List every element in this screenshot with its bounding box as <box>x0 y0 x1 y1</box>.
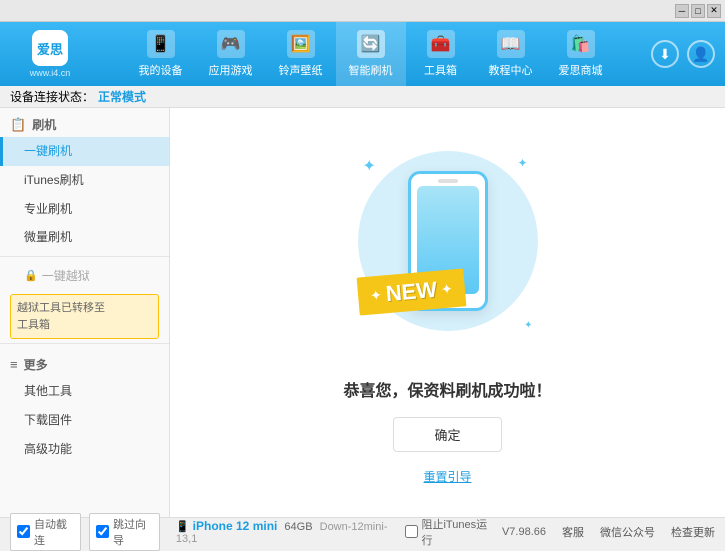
notice-text: 越狱工具已转移至工具箱 <box>17 302 105 331</box>
status-bar: 设备连接状态： 正常模式 <box>0 86 725 108</box>
lock-icon: 🔒 <box>24 269 38 282</box>
more-section-label: 更多 <box>24 356 48 373</box>
skip-wizard-checkbox-wrap[interactable]: 跳过向导 <box>89 513 160 551</box>
more-section-icon: ≡ <box>10 357 18 372</box>
wechat-public-link[interactable]: 微信公众号 <box>600 524 655 540</box>
nav-tutorial-label: 教程中心 <box>489 62 533 78</box>
flash-section-label: 刷机 <box>32 116 56 133</box>
sidebar-notice: 越狱工具已转移至工具箱 <box>10 294 159 339</box>
nav-ringtone-label: 铃声壁纸 <box>279 62 323 78</box>
nav-app-games-label: 应用游戏 <box>209 62 253 78</box>
sidebar-flash-header: 📋 刷机 <box>0 108 169 137</box>
logo-icon: 爱思 <box>32 30 68 66</box>
logo-url: www.i4.cn <box>30 68 71 78</box>
sidebar-scroll: 📋 刷机 一键刷机 iTunes刷机 专业刷机 微量刷机 🔒 一键越狱 越狱工 <box>0 108 169 517</box>
nav-smart-flash-label: 智能刷机 <box>349 62 393 78</box>
logo[interactable]: 爱思 www.i4.cn <box>10 29 90 79</box>
new-ribbon-content: ✦ NEW ✦ <box>369 275 454 308</box>
skip-wizard-checkbox[interactable] <box>96 525 109 538</box>
nav-app-games[interactable]: 🎮 应用游戏 <box>196 22 266 86</box>
tutorial-icon: 📖 <box>497 30 525 58</box>
sidebar-item-jailbreak: 🔒 一键越狱 <box>0 261 169 290</box>
header: 爱思 www.i4.cn 📱 我的设备 🎮 应用游戏 🖼️ 铃声壁纸 🔄 智能刷… <box>0 22 725 86</box>
status-label: 设备连接状态： <box>10 88 94 105</box>
sidebar-divider-1 <box>0 256 169 257</box>
jailbreak-label: 一键越狱 <box>42 267 90 284</box>
nav-my-device[interactable]: 📱 我的设备 <box>126 22 196 86</box>
sparkle-1: ✦ <box>363 156 376 176</box>
store-icon: 🛍️ <box>567 30 595 58</box>
sidebar-item-advanced[interactable]: 高级功能 <box>0 435 169 464</box>
phone-icon: 📱 <box>176 521 190 533</box>
content-panel: ✦ ✦ ✦ ✦ NEW ✦ 恭喜您，保资料刷机成功啦！ 确定 重置引导 <box>170 108 725 517</box>
download-button[interactable]: ⬇ <box>651 40 679 68</box>
status-left: 自动截连 跳过向导 📱 iPhone 12 mini 64GB Down-12m… <box>10 513 492 551</box>
sidebar-item-other-tools[interactable]: 其他工具 <box>0 377 169 406</box>
user-button[interactable]: 👤 <box>687 40 715 68</box>
nav-toolbox-label: 工具箱 <box>424 62 457 78</box>
nav-store-label: 爱思商城 <box>559 62 603 78</box>
skip-wizard-label: 跳过向导 <box>113 516 153 548</box>
my-device-icon: 📱 <box>147 30 175 58</box>
stop-itunes-wrap[interactable]: 阻止iTunes运行 <box>405 516 491 548</box>
status-mode: 正常模式 <box>98 88 146 105</box>
main-area: 📋 刷机 一键刷机 iTunes刷机 专业刷机 微量刷机 🔒 一键越狱 越狱工 <box>0 108 725 517</box>
smart-flash-icon: 🔄 <box>357 30 385 58</box>
close-button[interactable]: ✕ <box>707 4 721 18</box>
sparkle-3: ✦ <box>524 320 532 331</box>
sidebar-item-one-click-flash[interactable]: 一键刷机 <box>0 137 169 166</box>
minimize-button[interactable]: ─ <box>675 4 689 18</box>
retry-link[interactable]: 重置引导 <box>423 468 471 485</box>
success-message: 恭喜您，保资料刷机成功啦！ <box>343 377 551 401</box>
customer-service-link[interactable]: 客服 <box>562 524 584 540</box>
sidebar-item-download-firmware[interactable]: 下载固件 <box>0 406 169 435</box>
window-controls[interactable]: ─ □ ✕ <box>675 4 721 18</box>
sidebar-item-pro-flash[interactable]: 专业刷机 <box>0 195 169 224</box>
stop-itunes-checkbox[interactable] <box>405 525 418 538</box>
device-name: iPhone 12 mini <box>193 519 278 533</box>
left-panel: 📋 刷机 一键刷机 iTunes刷机 专业刷机 微量刷机 🔒 一键越狱 越狱工 <box>0 108 170 517</box>
nav-bar: 📱 我的设备 🎮 应用游戏 🖼️ 铃声壁纸 🔄 智能刷机 🧰 工具箱 📖 教程中… <box>90 22 651 86</box>
device-storage: 64GB <box>284 521 312 533</box>
ringtone-icon: 🖼️ <box>287 30 315 58</box>
nav-toolbox[interactable]: 🧰 工具箱 <box>406 22 476 86</box>
title-bar: ─ □ ✕ <box>0 0 725 22</box>
nav-smart-flash[interactable]: 🔄 智能刷机 <box>336 22 406 86</box>
sidebar-item-itunes-flash[interactable]: iTunes刷机 <box>0 166 169 195</box>
version-text: V7.98.66 <box>502 526 546 538</box>
phone-illustration: ✦ ✦ ✦ ✦ NEW ✦ <box>348 141 548 361</box>
auto-connect-label: 自动截连 <box>34 516 74 548</box>
stop-itunes-label: 阻止iTunes运行 <box>421 516 491 548</box>
confirm-button[interactable]: 确定 <box>393 417 501 452</box>
sparkle-2: ✦ <box>517 156 527 170</box>
sidebar-more-header: ≡ 更多 <box>0 348 169 377</box>
phone-camera <box>438 179 458 183</box>
nav-ringtone[interactable]: 🖼️ 铃声壁纸 <box>266 22 336 86</box>
maximize-button[interactable]: □ <box>691 4 705 18</box>
flash-section-icon: 📋 <box>10 117 26 133</box>
sidebar-divider-2 <box>0 343 169 344</box>
bottom-bar: 自动截连 跳过向导 📱 iPhone 12 mini 64GB Down-12m… <box>0 517 725 545</box>
auto-connect-checkbox[interactable] <box>17 525 30 538</box>
app-games-icon: 🎮 <box>217 30 245 58</box>
device-info: 📱 iPhone 12 mini 64GB Down-12mini-13,1 <box>176 519 394 545</box>
nav-my-device-label: 我的设备 <box>139 62 183 78</box>
new-text: NEW <box>384 276 437 306</box>
status-right: V7.98.66 客服 微信公众号 检查更新 <box>502 524 715 540</box>
nav-tutorial[interactable]: 📖 教程中心 <box>476 22 546 86</box>
header-actions: ⬇ 👤 <box>651 40 715 68</box>
toolbox-icon: 🧰 <box>427 30 455 58</box>
nav-store[interactable]: 🛍️ 爱思商城 <box>546 22 616 86</box>
check-update-link[interactable]: 检查更新 <box>671 524 715 540</box>
sidebar-item-micro-flash[interactable]: 微量刷机 <box>0 223 169 252</box>
auto-connect-checkbox-wrap[interactable]: 自动截连 <box>10 513 81 551</box>
